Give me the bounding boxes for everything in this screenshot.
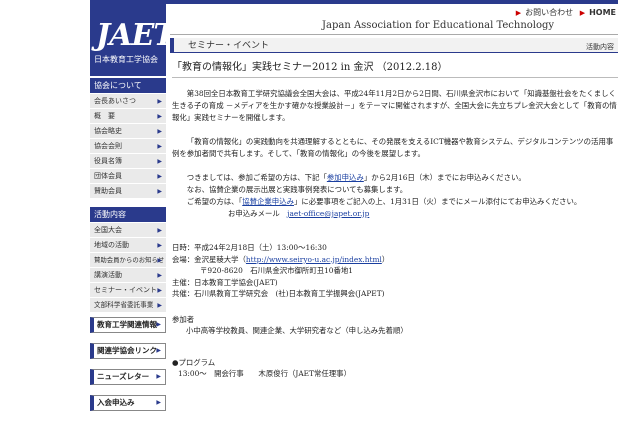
- chevron-right-icon: ▶: [157, 143, 162, 150]
- chevron-right-icon: ▶: [156, 321, 161, 328]
- sidebar-item-seminars[interactable]: セミナー・イベント ▶: [90, 283, 166, 298]
- jaet-logo[interactable]: JAET 日本教育工学協会: [90, 0, 176, 76]
- chevron-right-icon: ▶: [157, 98, 162, 105]
- page-title: 「教育の情報化」実践セミナー2012 in 金沢 （2012.2.18）: [172, 62, 448, 73]
- program-label: ●プログラム: [172, 357, 216, 367]
- sponsor-note: なお、協賛企業の展示出展と実践事例発表についても募集します。: [186, 185, 408, 194]
- program-row: 13:00～ 開会行事 木原俊行（JAET常任理事）: [178, 369, 351, 378]
- sidebar: 協会について 会長あいさつ ▶ 概 要 ▶ 協会略史 ▶ 協会会則 ▶ 役員名簿 ▶ 団体…: [90, 78, 166, 421]
- chevron-right-icon: ▶: [157, 128, 162, 135]
- sidebar-heading-activities: 活動内容: [90, 207, 166, 223]
- association-name: Japan Association for Educational Techno…: [322, 20, 555, 31]
- section-category: 活動内容: [586, 43, 614, 51]
- section-header: セミナー・イベント 活動内容: [170, 38, 618, 52]
- sidebar-item-group-members[interactable]: 団体会員 ▶: [90, 169, 166, 184]
- chevron-right-icon: ▶: [156, 347, 161, 354]
- header-divider: [170, 34, 618, 35]
- home-link[interactable]: HOME: [589, 8, 616, 17]
- section-divider: [170, 52, 618, 53]
- mail-link[interactable]: jaet-office@japet.or.jp: [287, 209, 369, 218]
- sidebar-item-supporting-members[interactable]: 賛助会員 ▶: [90, 184, 166, 199]
- chevron-right-icon: ▶: [157, 272, 162, 279]
- sponsor-paragraph: ご希望の方は、「協賛企業申込み」に必要事項をご記入の上、1月31日（火）までにメ…: [186, 197, 582, 206]
- chevron-right-icon: ▶: [157, 113, 162, 120]
- event-date: 日時：平成24年2月18日（土）13:00～16:30: [172, 243, 327, 252]
- chevron-right-icon: ▶: [157, 242, 162, 249]
- chevron-right-icon: ▶: [157, 158, 162, 165]
- title-divider: [172, 77, 618, 78]
- chevron-right-icon: ▶: [157, 257, 162, 264]
- event-venue: 会場：金沢星稜大学（http://www.seiryo-u.ac.jp/inde…: [172, 254, 390, 264]
- sidebar-item-officers[interactable]: 役員名簿 ▶: [90, 154, 166, 169]
- sidebar-item-mext-projects[interactable]: 文部科学省委託事業 ▶: [90, 298, 166, 313]
- sidebar-item-history[interactable]: 協会略史 ▶: [90, 124, 166, 139]
- chevron-right-icon: ▶: [156, 373, 161, 380]
- sidebar-item-greeting[interactable]: 会長あいさつ ▶: [90, 94, 166, 109]
- sidebar-item-lectures[interactable]: 講演活動 ▶: [90, 268, 166, 283]
- chevron-right-icon: ▶: [156, 399, 161, 406]
- chevron-right-icon: ▶: [157, 173, 162, 180]
- sidebar-item-national-conference[interactable]: 全国大会 ▶: [90, 223, 166, 238]
- banner-society-links[interactable]: 関連学協会リンク ▶: [90, 343, 166, 359]
- application-paragraph: つきましては、参加ご希望の方は、下記「参加申込み」から2月16日（木）までにお申…: [186, 173, 526, 182]
- chevron-right-icon: ▶: [157, 188, 162, 195]
- mail-line: お申込みメール jaet-office@japet.or.jp: [228, 209, 370, 218]
- arrow-icon: ▶: [515, 9, 522, 17]
- venue-url-link[interactable]: http://www.seiryo-u.ac.jp/index.html: [246, 255, 382, 264]
- sidebar-heading-about: 協会について: [90, 78, 166, 94]
- venue-address: 〒920-8620 石川県金沢市御所町丑10番地1: [200, 266, 353, 275]
- intro-paragraph: 第38回全日本教育工学研究協議会全国大会は、平成24年11月2日から2日間、石川…: [172, 89, 617, 122]
- apply-link[interactable]: 参加申込み: [327, 173, 364, 182]
- logo-text: JAET: [96, 18, 176, 53]
- banner-related-info[interactable]: 教育工学関連情報 ▶: [90, 317, 166, 333]
- purpose-paragraph: 「教育の情報化」の実践動向を共通理解するとともに、その発展を支えるICT機器や教…: [172, 137, 614, 158]
- chevron-right-icon: ▶: [157, 302, 162, 309]
- section-title: セミナー・イベント: [188, 41, 270, 51]
- sponsor-apply-link[interactable]: 協賛企業申込み: [242, 197, 294, 206]
- sidebar-item-overview[interactable]: 概 要 ▶: [90, 109, 166, 124]
- participants-text: 小中高等学校教員、関連企業、大学研究者など（申し込み先着順）: [186, 326, 408, 335]
- participants-label: 参加者: [172, 314, 195, 324]
- top-band: [166, 0, 618, 4]
- chevron-right-icon: ▶: [157, 287, 162, 294]
- sidebar-item-sponsor-news[interactable]: 賛助会員からのお知らせ ▶: [90, 253, 166, 268]
- banner-membership[interactable]: 入会申込み ▶: [90, 395, 166, 411]
- arrow-icon: ▶: [579, 9, 586, 17]
- event-host: 主催：日本教育工学協会(JAET): [172, 277, 278, 287]
- main-content: 「教育の情報化」実践セミナー2012 in 金沢 （2012.2.18） 第38…: [172, 58, 618, 380]
- contact-link[interactable]: お問い合わせ: [525, 8, 573, 17]
- header-links: ▶ お問い合わせ ▶ HOME: [512, 7, 616, 18]
- sidebar-item-bylaws[interactable]: 協会会則 ▶: [90, 139, 166, 154]
- sidebar-item-regional[interactable]: 地域の活動 ▶: [90, 238, 166, 253]
- logo-subtitle: 日本教育工学協会: [94, 55, 158, 64]
- banner-newsletter[interactable]: ニューズレター ▶: [90, 369, 166, 385]
- event-cohost: 共催：石川県教育工学研究会 (社)日本教育工学振興会(JAPET): [172, 289, 385, 298]
- chevron-right-icon: ▶: [157, 227, 162, 234]
